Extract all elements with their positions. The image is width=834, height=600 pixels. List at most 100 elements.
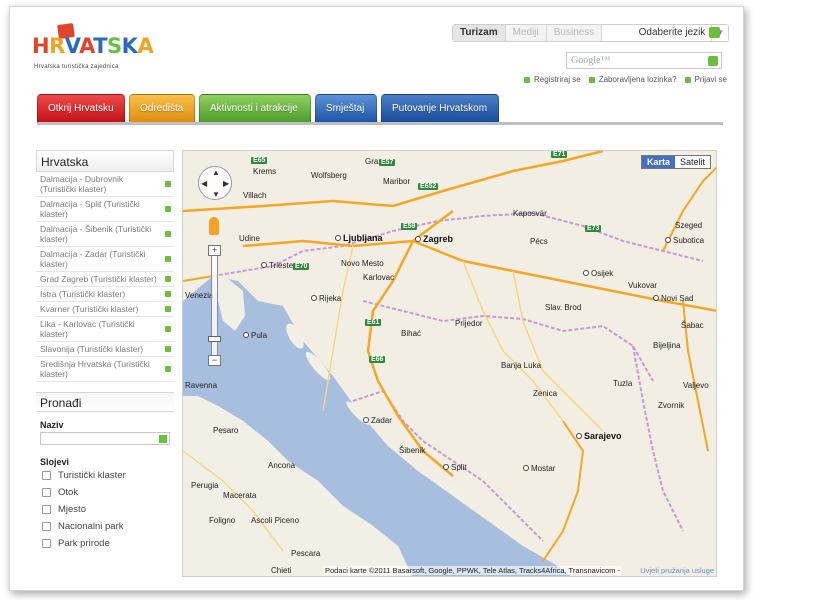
region-item-sibenik[interactable]: Dalmacija - Šibenik (Turistički klaster) [36,222,174,247]
bullet-icon [165,346,171,352]
city-label: Bihać [401,329,422,338]
map-type-karta[interactable]: Karta [641,156,675,168]
name-field[interactable] [40,432,170,445]
city-label: Pescara [291,549,321,558]
region-item-kvarner[interactable]: Kvarner (Turistički klaster) [36,302,174,317]
checkbox[interactable] [42,471,51,480]
city-label: Pula [243,331,267,340]
city-label: Szeged [675,221,703,230]
language-go-button[interactable] [709,27,720,38]
top-nav: Turizam Mediji Business Odaberite jezik … [452,24,730,42]
city-label: Tuzla [613,379,633,388]
city-label: Valjevo [683,381,709,390]
terms-link[interactable]: Uvjeti pružanja usluge [640,566,714,575]
region-item-dubrovnik[interactable]: Dalmacija - Dubrovnik (Turistički klaste… [36,172,174,197]
city-label: Slav. Brod [545,303,582,312]
bullet-icon [588,76,595,83]
road-shield: E61 [365,319,382,326]
bullet-icon [165,276,171,282]
city-label: Pesaro [213,426,239,435]
road-shield: E66 [369,356,386,363]
zoom-handle[interactable] [208,336,221,342]
layer-checkbox-mjesto[interactable]: Mjesto [36,501,174,518]
tab-mediji[interactable]: Mediji [506,25,547,41]
map[interactable]: Zagreb Ljubljana Sarajevo Split Zadar Ri… [182,150,717,577]
search-input[interactable]: Google™ [566,52,722,69]
city-label: Ljubljana [335,233,383,243]
map-type-satelit[interactable]: Satelit [674,156,710,168]
border-line [632,345,684,532]
map-attribution: Podaci karte ©2011 Basarsoft, Google, PP… [323,566,622,575]
city-label: Ancona [268,461,296,470]
pan-up-icon[interactable]: ▲ [212,168,220,177]
layer-checkbox-klaster[interactable]: Turistički klaster [36,467,174,484]
checkbox[interactable] [42,539,51,548]
name-go-button[interactable] [159,435,167,443]
region-list: Dalmacija - Dubrovnik (Turistički klaste… [36,172,174,382]
city-label: Prijedor [455,319,483,328]
highway [542,420,585,562]
layer-checkbox-nacionalni-park[interactable]: Nacionalni park [36,518,174,535]
pan-left-icon[interactable]: ◀ [201,179,207,188]
forgot-password-link[interactable]: Zaboravljena lozinka? [588,75,677,84]
region-item-slavonija[interactable]: Slavonija (Turistički klaster) [36,342,174,357]
pan-right-icon[interactable]: ▶ [223,179,229,188]
search-go-button[interactable] [708,56,718,66]
city-label: Subotica [665,236,704,245]
city-label: Trieste [261,261,293,270]
checkbox[interactable] [42,522,51,531]
bullet-icon [524,76,530,83]
tab-business[interactable]: Business [547,25,603,41]
region-item-istra[interactable]: Istra (Turistički klaster) [36,287,174,302]
login-link[interactable]: Prijavi se [684,75,727,84]
bullet-icon [165,256,171,262]
city-label: Osijek [583,269,613,278]
user-links: Registriraj se Zaboravljena lozinka? Pri… [524,75,727,84]
city-label: Udine [239,234,260,243]
tab-aktivnosti[interactable]: Aktivnosti i atrakcije [199,94,311,123]
road-shield: E65 [251,157,268,164]
city-label: Sarajevo [576,431,622,441]
left-panel: Hrvatska Dalmacija - Dubrovnik (Turistič… [36,150,174,579]
layer-checkbox-park-prirode[interactable]: Park prirode [36,535,174,552]
region-item-sredisnja[interactable]: Središnja Hrvatska (Turistički klaster) [36,357,174,382]
tab-divider [37,122,723,125]
tab-otkrij-hrvatsku[interactable]: Otkrij Hrvatsku [37,94,125,123]
city-label: Krems [253,167,277,176]
street-view-pegman-icon[interactable] [209,217,219,235]
road-shield: E652 [418,183,439,190]
city-label: Split [443,463,467,472]
checkbox[interactable] [42,488,51,497]
tab-turizam[interactable]: Turizam [453,25,506,41]
city-label: Kaposvár [513,209,547,218]
bullet-icon [165,181,171,187]
main-tabs: Otkrij Hrvatsku Odredišta Aktivnosti i a… [37,94,499,123]
zoom-out-button[interactable]: − [208,355,221,366]
tab-smjestaj[interactable]: Smještaj [315,94,377,123]
city-label: Ascoli Piceno [251,516,300,525]
city-label: Mostar [523,464,555,473]
checkbox[interactable] [42,505,51,514]
region-item-split[interactable]: Dalmacija - Split (Turistički klaster) [36,197,174,222]
road [512,270,604,432]
find-title: Pronađi [36,392,174,412]
pan-down-icon[interactable]: ▼ [212,190,220,199]
region-item-lika[interactable]: Lika - Karlovac (Turistički klaster) [36,317,174,342]
pan-control[interactable]: ▲ ▼ ◀ ▶ [198,166,232,200]
register-link[interactable]: Registriraj se [524,75,581,84]
zoom-in-button[interactable]: + [208,245,221,256]
search-placeholder: Google™ [571,55,611,66]
city-label: Karlovac [363,273,395,282]
city-label: Banja Luka [501,361,542,370]
city-label: Villach [243,191,267,200]
logo[interactable]: HRVATSKA Hrvatska turistička zajednica [32,22,154,72]
layer-checkbox-otok[interactable]: Otok [36,484,174,501]
bullet-icon [684,76,691,83]
tab-putovanje[interactable]: Putovanje Hrvatskom [381,94,499,123]
city-label: Foligno [209,516,236,525]
road-shield: E71 [551,151,568,158]
tab-odredista[interactable]: Odredišta [129,94,195,123]
region-item-zagreb[interactable]: Grad Zagreb (Turistički klaster) [36,272,174,287]
language-select[interactable]: Odaberite jezik [602,25,713,41]
region-item-zadar[interactable]: Dalmacija - Zadar (Turistički klaster) [36,247,174,272]
